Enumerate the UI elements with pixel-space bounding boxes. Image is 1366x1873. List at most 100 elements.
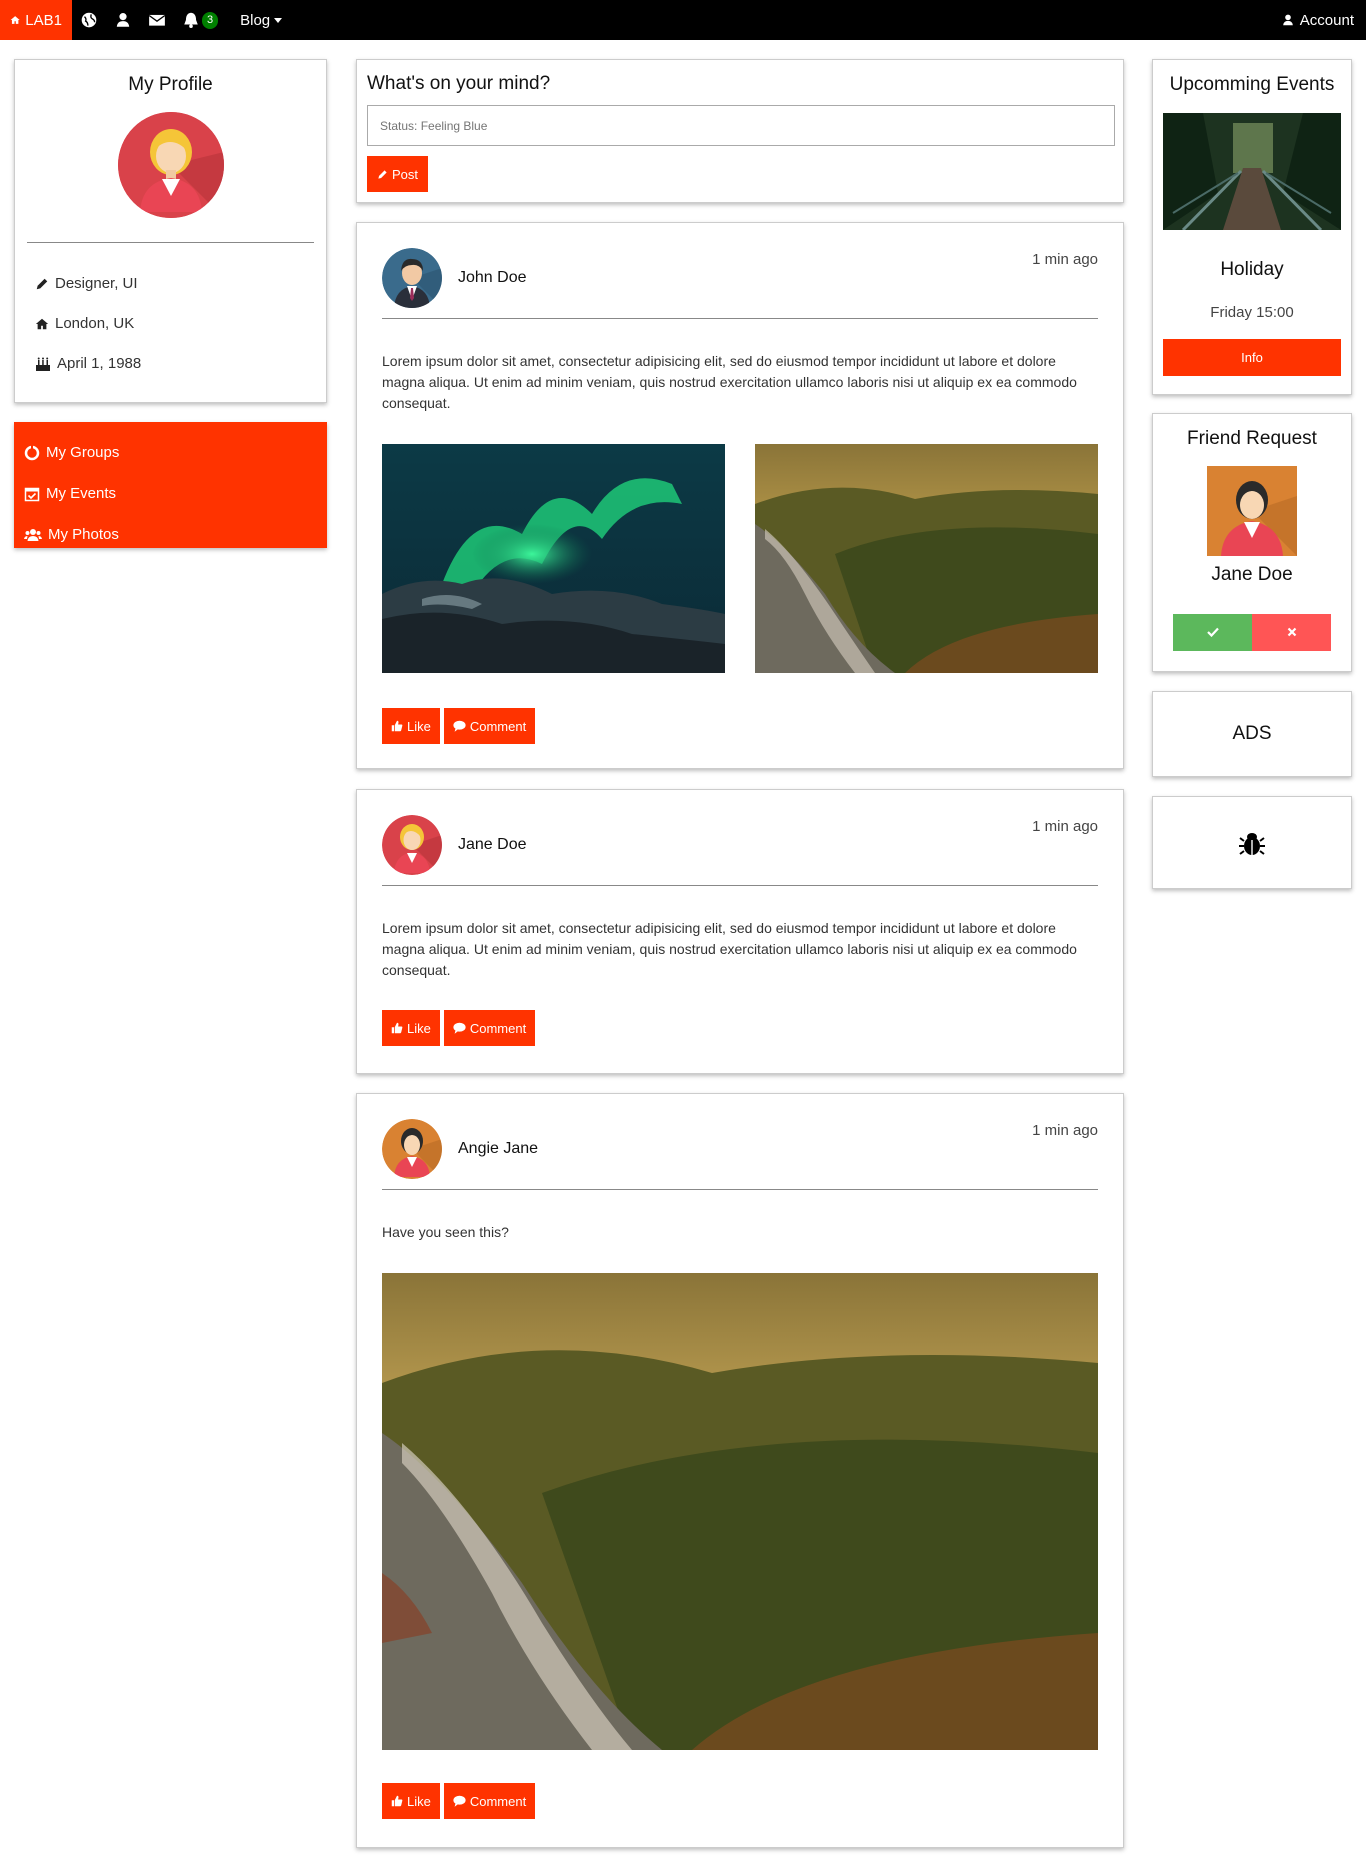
post-time: 1 min ago <box>1032 818 1098 835</box>
post-card: Angie Jane 1 min ago Have you seen this?… <box>356 1093 1124 1848</box>
account-user-icon <box>1282 14 1293 26</box>
woman-avatar-illustration <box>382 814 442 875</box>
thumbs-up-icon <box>391 1795 403 1807</box>
like-button[interactable]: Like <box>382 708 440 744</box>
profile-birthday-row: April 1, 1988 <box>35 355 326 372</box>
account-label: Account <box>1299 11 1354 29</box>
post-author[interactable]: Angie Jane <box>458 1140 538 1158</box>
post-author[interactable]: John Doe <box>458 269 527 287</box>
birthday-cake-icon <box>36 357 50 371</box>
profile-divider <box>27 242 314 243</box>
ads-label: ADS <box>1232 723 1272 744</box>
post-divider <box>382 885 1098 886</box>
status-input[interactable] <box>367 105 1115 146</box>
comment-label: Comment <box>469 1020 527 1036</box>
profile-job-row: Designer, UI <box>35 275 326 292</box>
comment-icon <box>453 1022 466 1034</box>
post-header: John Doe 1 min ago <box>382 223 1098 318</box>
post-time: 1 min ago <box>1032 251 1098 268</box>
status-title: What's on your mind? <box>367 73 551 94</box>
post-images <box>382 444 1098 673</box>
profile-title: My Profile <box>128 74 213 95</box>
navbar-spacer <box>291 0 1273 40</box>
check-icon <box>1206 627 1219 638</box>
comment-icon <box>453 1795 466 1807</box>
like-button[interactable]: Like <box>382 1010 440 1046</box>
post-divider <box>382 318 1098 319</box>
comment-button[interactable]: Comment <box>443 1010 536 1046</box>
post-card: Jane Doe 1 min ago Lorem ipsum dolor sit… <box>356 789 1124 1074</box>
event-photo[interactable] <box>1163 113 1341 230</box>
notification-badge: 3 <box>202 11 219 29</box>
profile-location: London, UK <box>55 315 135 332</box>
friend-request-actions <box>1173 614 1331 651</box>
account-link[interactable]: Account <box>1273 0 1366 40</box>
event-time: Friday 15:00 <box>1210 304 1294 321</box>
envelope-icon <box>148 14 166 26</box>
home-brand-link[interactable]: LAB1 <box>0 0 72 40</box>
post-actions: Like Comment <box>382 1783 1098 1819</box>
user-link[interactable] <box>106 0 140 40</box>
event-info-button[interactable]: Info <box>1163 339 1341 376</box>
valley-large-photo-image <box>382 1273 1098 1750</box>
post-text: Lorem ipsum dolor sit amet, consectetur … <box>382 353 1077 411</box>
caret-down-icon <box>274 18 283 23</box>
author-avatar <box>382 814 442 875</box>
thumbs-up-icon <box>391 720 403 732</box>
post-divider <box>382 1189 1098 1190</box>
aurora-photo[interactable] <box>382 444 725 673</box>
thumbs-up-icon <box>391 1022 403 1034</box>
users-icon <box>24 528 42 541</box>
woman-avatar-illustration <box>117 112 224 218</box>
close-icon <box>1287 627 1296 637</box>
comment-icon <box>453 720 466 732</box>
menu-my-groups-label: My Groups <box>46 444 120 461</box>
forest-bridge-photo-image <box>1163 113 1341 230</box>
friend-request-title: Friend Request <box>1187 428 1317 449</box>
bug-icon <box>1239 832 1265 855</box>
circle-notch-icon <box>24 444 40 460</box>
dark-hair-woman-avatar-illustration <box>1207 466 1297 556</box>
blog-label: Blog <box>240 11 271 29</box>
like-button[interactable]: Like <box>382 1783 440 1819</box>
profile-job: Designer, UI <box>55 275 138 292</box>
calendar-check-icon <box>24 487 40 501</box>
friend-name: Jane Doe <box>1211 564 1293 585</box>
pencil-icon <box>378 169 387 179</box>
man-avatar-illustration <box>382 247 442 308</box>
comment-button[interactable]: Comment <box>443 1783 536 1819</box>
valley-photo-image <box>755 444 1098 673</box>
post-header: Angie Jane 1 min ago <box>382 1094 1098 1189</box>
menu-my-groups[interactable]: My Groups <box>14 432 327 473</box>
bug-report-card[interactable] <box>1152 796 1352 889</box>
notifications-link[interactable]: 3 <box>174 0 226 40</box>
friend-request-card: Friend Request Jane Doe <box>1152 413 1352 672</box>
menu-my-photos[interactable]: My Photos <box>14 514 327 555</box>
globe-link[interactable] <box>72 0 106 40</box>
messages-link[interactable] <box>140 0 174 40</box>
like-label: Like <box>407 1793 431 1809</box>
pencil-icon <box>36 278 48 289</box>
menu-my-events[interactable]: My Events <box>14 473 327 514</box>
post-author[interactable]: Jane Doe <box>458 836 527 854</box>
friend-avatar[interactable] <box>1207 466 1297 556</box>
profile-location-row: London, UK <box>35 315 326 332</box>
profile-card: My Profile Designer, UI London, UK April… <box>14 59 327 403</box>
bell-icon <box>184 12 198 28</box>
comment-button[interactable]: Comment <box>443 708 536 744</box>
blog-dropdown[interactable]: Blog <box>226 0 291 40</box>
ads-card[interactable]: ADS <box>1152 691 1352 777</box>
globe-icon <box>81 12 97 28</box>
dark-hair-woman-avatar-illustration <box>382 1118 442 1179</box>
comment-label: Comment <box>469 718 527 734</box>
author-avatar <box>382 1118 442 1179</box>
home-icon <box>10 16 20 24</box>
post-button[interactable]: Post <box>367 156 429 192</box>
accept-button[interactable] <box>1173 614 1252 651</box>
post-large-photo[interactable] <box>382 1273 1098 1750</box>
post-time: 1 min ago <box>1032 1122 1098 1139</box>
post-actions: Like Comment <box>382 708 1098 744</box>
decline-button[interactable] <box>1252 614 1331 651</box>
user-icon <box>116 13 130 27</box>
valley-photo[interactable] <box>755 444 1098 673</box>
